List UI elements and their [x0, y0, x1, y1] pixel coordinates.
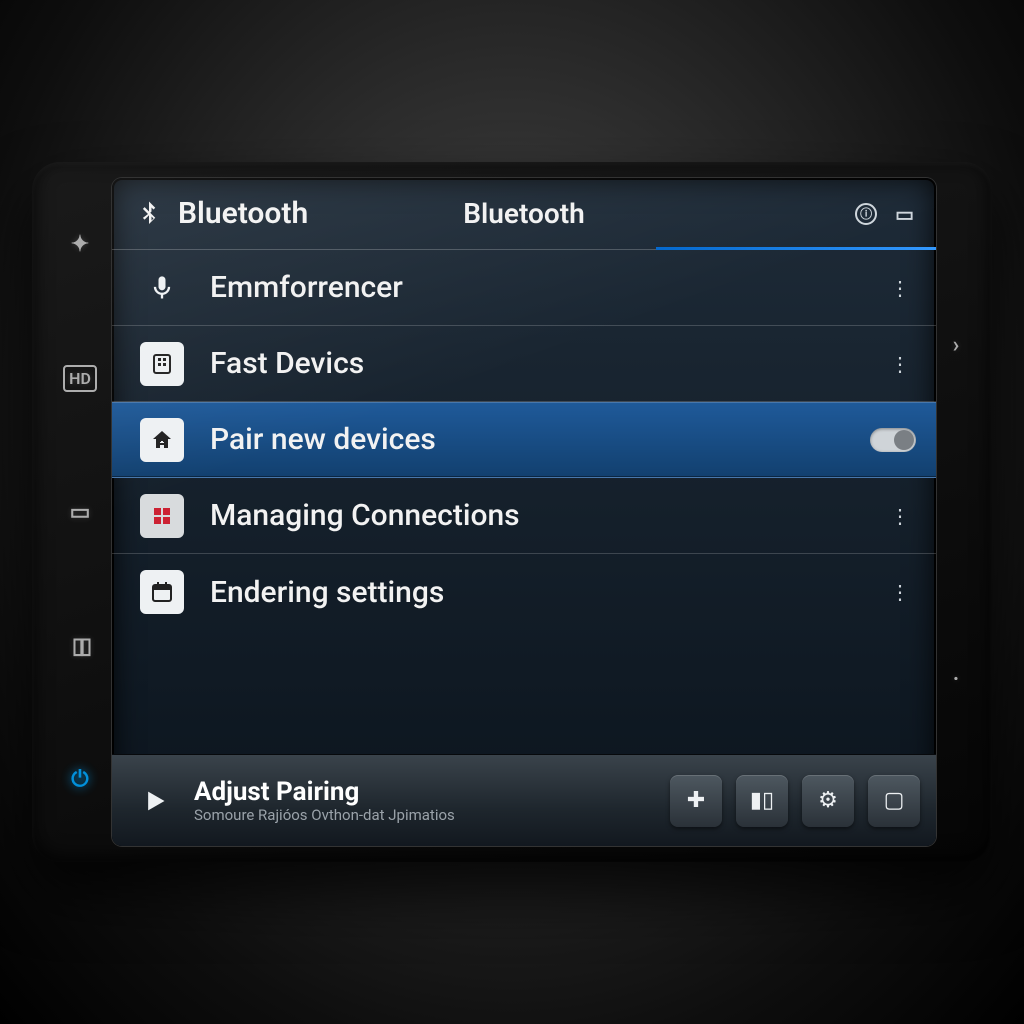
more-icon[interactable]: ⋮ [886, 276, 916, 300]
bb-button-add[interactable]: ✚ [670, 775, 722, 827]
hw-button-pause[interactable]: ▯▯ [72, 634, 88, 659]
menu-item-emmforrencer[interactable]: Emmforrencer ⋮ [112, 250, 936, 326]
device-frame: ✦ HD ▭ ▯▯ ⏻ Bluetooth Bluetooth ⓘ ▭ [32, 162, 992, 862]
toggle-switch[interactable] [870, 428, 916, 452]
more-icon[interactable]: ⋮ [886, 352, 916, 376]
menu-item-managing-connections[interactable]: Managing Connections ⋮ [112, 478, 936, 554]
bb-button-settings[interactable]: ⚙ [802, 775, 854, 827]
calendar-icon [140, 570, 184, 614]
more-icon[interactable]: ⋮ [886, 504, 916, 528]
status-battery-icon: ▭ [895, 202, 914, 226]
titlebar: Bluetooth Bluetooth ⓘ ▭ [112, 178, 936, 250]
menu-item-endering-settings[interactable]: Endering settings ⋮ [112, 554, 936, 630]
menu-item-label: Pair new devices [210, 422, 870, 457]
hardware-right-buttons: › · [936, 178, 976, 846]
bottom-bar-subtitle: Somoure Rajióos Ovthon-dat Jpimatios [194, 807, 455, 824]
menu-item-pair-new-devices[interactable]: Pair new devices [112, 402, 936, 478]
play-icon[interactable] [128, 775, 180, 827]
bb-button-apps[interactable]: ▢ [868, 775, 920, 827]
titlebar-left-label: Bluetooth [178, 196, 308, 231]
touchscreen: Bluetooth Bluetooth ⓘ ▭ Emmforrencer ⋮ [112, 178, 936, 846]
more-icon[interactable]: ⋮ [886, 580, 916, 604]
hw-button-list[interactable]: ▭ [70, 500, 91, 525]
menu-item-fast-devices[interactable]: Fast Devics ⋮ [112, 326, 936, 402]
bb-button-library[interactable]: ▮▯ [736, 775, 788, 827]
titlebar-left[interactable]: Bluetooth [134, 196, 308, 231]
menu-item-label: Endering settings [210, 575, 886, 610]
menu-item-label: Fast Devics [210, 346, 886, 381]
hardware-left-buttons: ✦ HD ▭ ▯▯ ⏻ [48, 178, 112, 846]
hw-button-right-2[interactable]: · [953, 667, 959, 692]
bottom-bar-text[interactable]: Adjust Pairing Somoure Rajióos Ovthon-da… [194, 778, 455, 823]
status-indicator-icon: ⓘ [855, 203, 877, 225]
menu-item-label: Emmforrencer [210, 270, 886, 305]
menu-list: Emmforrencer ⋮ Fast Devics ⋮ Pair new de… [112, 250, 936, 754]
hw-button-hd[interactable]: HD [63, 365, 97, 392]
bottom-bar-title: Adjust Pairing [194, 778, 455, 807]
bluetooth-icon [134, 199, 164, 229]
home-icon [140, 418, 184, 462]
mic-icon [140, 266, 184, 310]
hw-button-1[interactable]: ✦ [71, 232, 89, 257]
hw-button-power[interactable]: ⏻ [71, 767, 88, 792]
device-icon [140, 342, 184, 386]
bottom-bar: Adjust Pairing Somoure Rajióos Ovthon-da… [112, 754, 936, 846]
menu-item-label: Managing Connections [210, 498, 886, 533]
grid-icon [140, 494, 184, 538]
hw-button-right-1[interactable]: › [953, 333, 960, 358]
